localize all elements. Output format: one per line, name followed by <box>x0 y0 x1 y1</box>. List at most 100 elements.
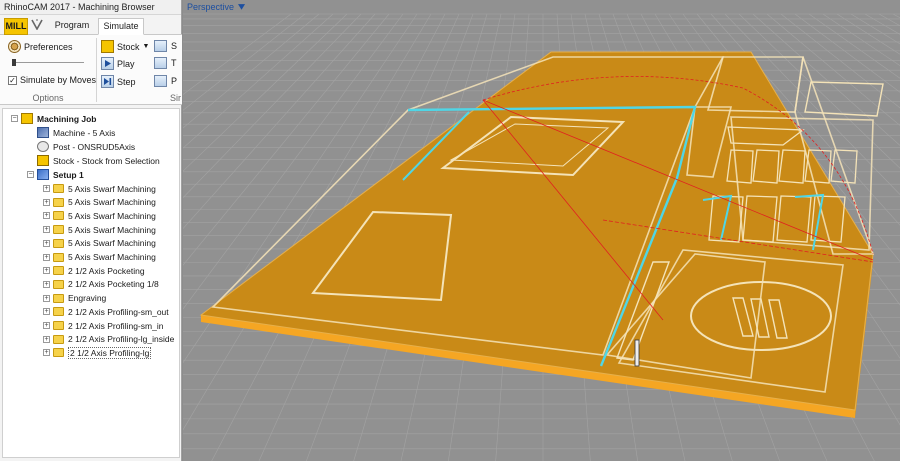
simulate-by-moves-checkbox[interactable]: ✓ Simulate by Moves <box>8 75 96 85</box>
expand-toggle-icon[interactable]: + <box>43 335 50 343</box>
vcam-logo-icon[interactable] <box>30 18 44 35</box>
tree-node-operation[interactable]: +5 Axis Swarf Machining <box>43 223 156 236</box>
tree-label: Setup 1 <box>53 169 84 180</box>
post-processor-icon <box>37 141 49 152</box>
simulate-by-moves-label: Simulate by Moves <box>20 75 97 85</box>
collapse-toggle-icon[interactable]: − <box>11 115 18 122</box>
chevron-down-icon: ▼ <box>142 43 150 50</box>
stock-plate <box>199 51 884 418</box>
app-window: RhinoCAM 2017 - Machining Browser MILL P… <box>0 0 900 461</box>
tree-node-operation[interactable]: +5 Axis Swarf Machining <box>43 237 156 250</box>
tree-label: 2 1/2 Axis Profiling-sm_out <box>68 306 169 317</box>
expand-toggle-icon[interactable]: + <box>43 280 50 288</box>
tree-node-machine[interactable]: Machine - 5 Axis <box>37 126 115 139</box>
folder-icon <box>53 225 64 235</box>
tree-node-stock[interactable]: Stock - Stock from Selection <box>37 154 160 167</box>
tree-label: Post - ONSRUD5Axis <box>53 141 136 152</box>
chevron-down-icon[interactable] <box>238 4 246 10</box>
folder-icon <box>53 348 64 358</box>
fast-forward-icon[interactable] <box>154 57 167 69</box>
tree-node-operation[interactable]: +5 Axis Swarf Machining <box>43 182 156 195</box>
expand-toggle-icon[interactable]: + <box>43 253 50 261</box>
expand-toggle-icon[interactable]: + <box>43 239 50 247</box>
slider-track <box>12 62 84 63</box>
tree-label: Stock - Stock from Selection <box>53 155 160 166</box>
stock-scene <box>183 13 900 461</box>
tree-label: 2 1/2 Axis Pocketing 1/8 <box>68 279 159 290</box>
folder-icon <box>53 266 64 276</box>
expand-toggle-icon[interactable]: + <box>43 349 50 357</box>
ribbon-separator <box>96 38 97 102</box>
machining-job-tree[interactable]: − Machining Job Machine - 5 Axis Post - … <box>2 108 180 458</box>
tree-node-operation[interactable]: +2 1/2 Axis Profiling-sm_in <box>43 319 163 332</box>
expand-toggle-icon[interactable]: + <box>43 322 50 329</box>
sim-option-label-3: P <box>171 76 178 86</box>
stock-label: Stock <box>117 41 140 52</box>
tree-node-machining-job[interactable]: − Machining Job <box>11 112 97 125</box>
tree-label: 5 Axis Swarf Machining <box>68 183 156 194</box>
folder-icon <box>53 252 64 262</box>
step-icon <box>101 75 114 88</box>
tree-label: 5 Axis Swarf Machining <box>68 224 156 235</box>
tree-node-operation[interactable]: +2 1/2 Axis Profiling-lg_inside <box>43 333 174 346</box>
folder-icon <box>53 321 64 330</box>
setup-icon <box>37 169 49 180</box>
tree-node-setup[interactable]: − Setup 1 <box>27 168 84 181</box>
preferences-label: Preferences <box>24 41 73 52</box>
expand-toggle-icon[interactable]: + <box>43 212 50 220</box>
folder-icon <box>53 211 64 221</box>
options-group-label: Options <box>32 93 64 103</box>
folder-icon <box>53 279 64 289</box>
play-button[interactable]: Play <box>101 57 135 70</box>
step-label: Step <box>117 76 136 87</box>
tree-node-operation[interactable]: +5 Axis Swarf Machining <box>43 251 156 264</box>
play-icon <box>101 57 114 70</box>
expand-toggle-icon[interactable]: + <box>43 308 50 316</box>
ribbon-panel: Preferences ✓ Simulate by Moves Options … <box>0 35 182 105</box>
perspective-viewport[interactable]: Perspective <box>183 0 900 461</box>
tab-simulate[interactable]: Simulate <box>98 18 144 35</box>
pause-icon[interactable] <box>154 75 167 87</box>
tree-label: 2 1/2 Axis Profiling-lg_inside <box>68 334 175 345</box>
collapse-toggle-icon[interactable]: − <box>27 171 34 178</box>
folder-icon <box>53 197 64 207</box>
tree-node-operation[interactable]: +2 1/2 Axis Profiling-lg <box>43 346 152 359</box>
tree-node-operation[interactable]: +2 1/2 Axis Pocketing <box>43 264 145 277</box>
expand-toggle-icon[interactable]: + <box>43 185 50 192</box>
slider-thumb[interactable] <box>12 59 16 66</box>
tree-node-operation[interactable]: +5 Axis Swarf Machining <box>43 196 156 209</box>
tree-label: Machine - 5 Axis <box>53 127 116 138</box>
tree-node-operation[interactable]: +2 1/2 Axis Profiling-sm_out <box>43 305 169 318</box>
viewport-tab[interactable]: Perspective <box>187 1 246 12</box>
ribbon-tab-bar: MILL Program Simulate <box>0 16 182 35</box>
machining-browser-panel: RhinoCAM 2017 - Machining Browser MILL P… <box>0 0 182 461</box>
preferences-button[interactable]: Preferences <box>8 40 73 53</box>
tree-label: 5 Axis Swarf Machining <box>68 238 156 249</box>
expand-toggle-icon[interactable]: + <box>43 294 50 302</box>
folder-icon <box>53 184 64 193</box>
simulation-speed-slider[interactable] <box>12 59 84 66</box>
tree-node-operation[interactable]: +2 1/2 Axis Pocketing 1/8 <box>43 278 159 291</box>
checkbox-check-icon: ✓ <box>8 75 17 85</box>
expand-toggle-icon[interactable]: + <box>43 267 50 275</box>
folder-icon <box>53 307 64 317</box>
grid-line <box>183 13 292 95</box>
simulation-option-icon[interactable] <box>154 40 167 52</box>
viewport-label: Perspective <box>187 1 235 12</box>
machining-job-icon <box>21 113 33 124</box>
tab-program[interactable]: Program <box>46 18 98 35</box>
tree-label: Engraving <box>68 293 107 304</box>
tree-label: 2 1/2 Axis Profiling-sm_in <box>68 320 164 331</box>
gear-icon <box>8 40 21 53</box>
stock-dropdown-button[interactable]: Stock ▼ <box>101 40 149 53</box>
machine-icon <box>37 127 49 138</box>
tree-node-post[interactable]: Post - ONSRUD5Axis <box>37 140 135 153</box>
tab-mill[interactable]: MILL <box>4 18 28 35</box>
tree-node-operation[interactable]: + Engraving <box>43 292 106 305</box>
tree-node-operation[interactable]: +5 Axis Swarf Machining <box>43 209 156 222</box>
expand-toggle-icon[interactable]: + <box>43 198 50 206</box>
tree-label: Machining Job <box>37 113 97 124</box>
grid-line <box>183 13 320 129</box>
step-button[interactable]: Step <box>101 75 136 88</box>
expand-toggle-icon[interactable]: + <box>43 226 50 234</box>
